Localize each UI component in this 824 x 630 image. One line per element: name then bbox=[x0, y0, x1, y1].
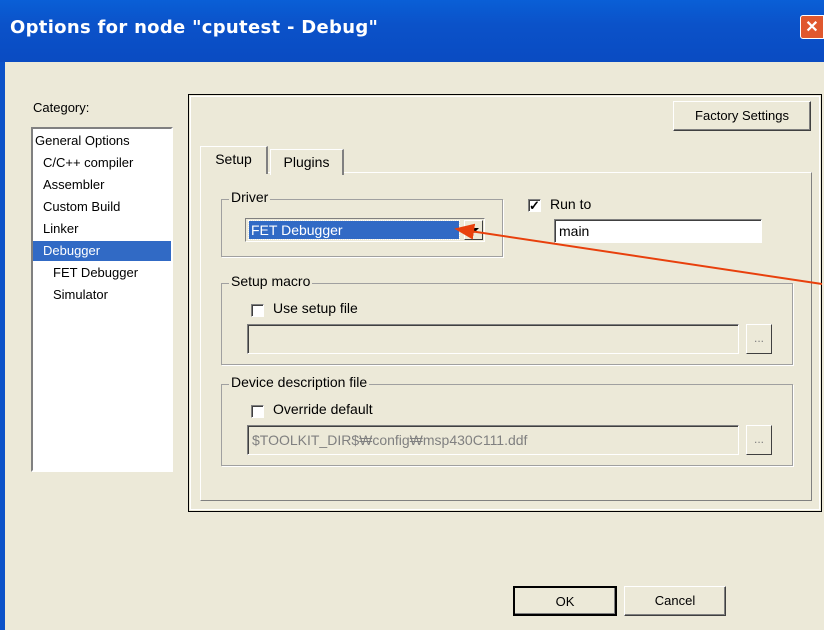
override-default-checkbox[interactable] bbox=[251, 405, 264, 418]
category-item-debugger[interactable]: Debugger bbox=[33, 241, 171, 261]
use-setup-file-checkbox[interactable] bbox=[251, 304, 264, 317]
setup-file-path-input[interactable] bbox=[247, 324, 739, 354]
title-bar: Options for node "cputest - Debug" ✕ bbox=[0, 0, 824, 62]
run-to-input[interactable]: main bbox=[554, 219, 762, 243]
window-title: Options for node "cputest - Debug" bbox=[10, 17, 379, 38]
window-left-edge bbox=[0, 62, 5, 630]
device-description-browse-button[interactable]: ... bbox=[746, 425, 772, 455]
category-label: Category: bbox=[33, 100, 90, 115]
device-description-legend: Device description file bbox=[229, 374, 370, 390]
driver-select-value: FET Debugger bbox=[248, 220, 460, 240]
setup-file-browse-button[interactable]: ... bbox=[746, 324, 772, 354]
tab-plugins[interactable]: Plugins bbox=[270, 149, 344, 175]
factory-settings-button[interactable]: Factory Settings bbox=[673, 101, 811, 131]
category-item-general-options[interactable]: General Options bbox=[35, 131, 130, 151]
run-to-label: Run to bbox=[550, 196, 592, 212]
category-item-custom-build[interactable]: Custom Build bbox=[43, 197, 120, 217]
override-default-label: Override default bbox=[273, 401, 373, 417]
category-list[interactable]: General Options C/C++ compiler Assembler… bbox=[31, 127, 173, 472]
cancel-button[interactable]: Cancel bbox=[624, 586, 726, 616]
category-item-simulator[interactable]: Simulator bbox=[53, 285, 108, 305]
ok-button[interactable]: OK bbox=[513, 586, 617, 616]
close-icon: ✕ bbox=[805, 19, 819, 36]
category-item-assembler[interactable]: Assembler bbox=[43, 175, 104, 195]
driver-select[interactable]: FET Debugger bbox=[245, 218, 485, 242]
close-button[interactable]: ✕ bbox=[800, 15, 824, 39]
driver-legend: Driver bbox=[229, 189, 271, 205]
use-setup-file-label: Use setup file bbox=[273, 300, 358, 316]
run-to-checkbox[interactable]: ✓ bbox=[528, 199, 541, 212]
tab-setup[interactable]: Setup bbox=[200, 146, 268, 174]
setup-macro-legend: Setup macro bbox=[229, 273, 313, 289]
category-item-c-cpp-compiler[interactable]: C/C++ compiler bbox=[43, 153, 133, 173]
chevron-down-icon[interactable] bbox=[464, 220, 483, 240]
device-description-path-input[interactable]: $TOOLKIT_DIR$₩config₩msp430C111.ddf bbox=[247, 425, 739, 455]
category-item-linker[interactable]: Linker bbox=[43, 219, 78, 239]
category-item-fet-debugger[interactable]: FET Debugger bbox=[53, 263, 138, 283]
